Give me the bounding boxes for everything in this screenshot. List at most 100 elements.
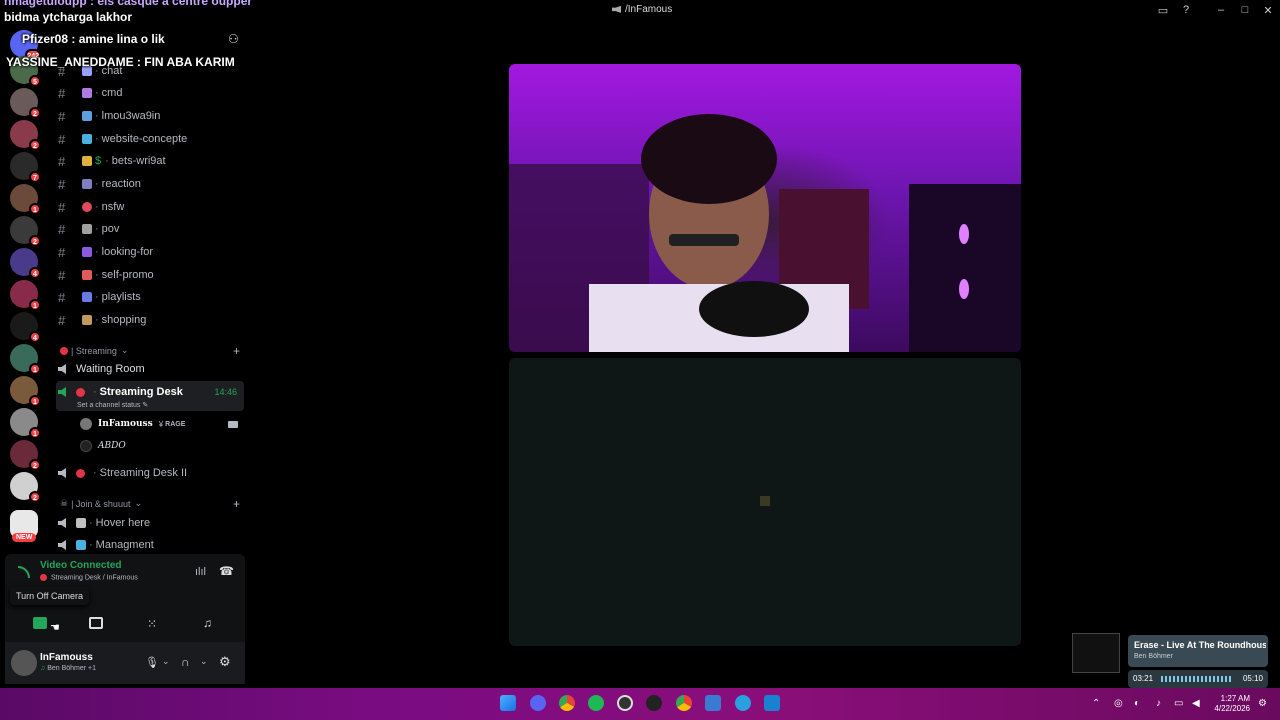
telegram-taskbar-icon[interactable] [735, 695, 751, 711]
avatar[interactable] [11, 650, 37, 676]
minimize-button[interactable]: – [1214, 4, 1228, 16]
screen-share-button[interactable] [89, 617, 103, 629]
chevron-down-icon[interactable]: ⌄ [200, 656, 208, 667]
add-member-icon[interactable]: ⚇ [228, 32, 239, 46]
hash-icon: # [58, 131, 66, 147]
noise-suppression-icon[interactable]: ılıl [195, 566, 206, 578]
server-icon[interactable]: 7 [10, 152, 41, 183]
obs-taskbar-icon[interactable] [617, 695, 633, 711]
channel-emoji-icon [82, 134, 92, 144]
channel-item[interactable]: # · looking-for [58, 242, 243, 262]
network-icon[interactable]: ▭ [1174, 698, 1183, 709]
avatar [80, 418, 92, 430]
channel-item[interactable]: # · shopping [58, 310, 243, 330]
app-taskbar-icon[interactable] [646, 695, 662, 711]
add-channel-icon[interactable]: + [233, 497, 240, 511]
camera-toggle-button[interactable] [33, 617, 47, 629]
deafen-button[interactable]: ∩ [181, 655, 190, 669]
webcam-video-tile[interactable] [509, 64, 1021, 352]
start-button[interactable] [500, 695, 516, 711]
server-icon[interactable]: 1 [10, 376, 41, 407]
spotify-taskbar-icon[interactable] [588, 695, 604, 711]
channel-item[interactable]: # · nsfw [58, 197, 243, 217]
system-clock[interactable]: 1:27 AM 4/22/2026 [1210, 694, 1250, 714]
category-streaming[interactable]: | Streaming ⌄ + [60, 344, 240, 358]
signal-icon [18, 566, 30, 578]
user-name: InFamouss [40, 652, 93, 663]
app-taskbar-icon[interactable] [705, 695, 721, 711]
mute-button[interactable]: 🎙 [145, 656, 159, 669]
inbox-icon[interactable]: ▭ [1156, 4, 1170, 17]
overlay-chat-line: YASSINE_ANEDDAME : FIN ABA KARIM [6, 55, 235, 69]
server-icon[interactable]: 1 [10, 184, 41, 215]
speaker-icon [58, 518, 66, 528]
server-icon[interactable]: 1 [10, 344, 41, 375]
server-icon[interactable]: 4 [10, 312, 41, 343]
voice-channel-managment[interactable]: · Managment [58, 535, 243, 555]
channel-item[interactable]: # · pov [58, 219, 243, 239]
taskbar [0, 688, 1280, 720]
voice-channel-waiting-room[interactable]: Waiting Room [58, 359, 243, 379]
channel-emoji-icon [82, 179, 92, 189]
channel-item[interactable]: # $ · bets-wri9at [58, 151, 243, 171]
camera-icon [228, 420, 238, 428]
chrome-taskbar-icon[interactable] [676, 695, 692, 711]
server-icon[interactable]: 4 [10, 248, 41, 279]
channel-emoji-icon [82, 224, 92, 234]
music-progress[interactable]: 03:21 05:10 [1128, 670, 1268, 688]
category-join[interactable]: ☠ | Join & shuuut ⌄ + [60, 497, 240, 511]
activities-button[interactable]: ⁙ [147, 617, 157, 631]
user-status: ♫ Ben Böhmer +1 [40, 665, 97, 672]
hash-icon: # [58, 153, 66, 169]
close-button[interactable]: ✕ [1261, 4, 1275, 17]
voice-member[interactable]: InFamouss ¥ RAGE [80, 418, 240, 430]
voice-member[interactable]: ABDO [80, 440, 126, 452]
elapsed-time: 03:21 [1133, 674, 1154, 683]
discord-taskbar-icon[interactable] [530, 695, 546, 711]
server-icon[interactable]: 1 [10, 280, 41, 311]
soundboard-button[interactable]: ♫ [203, 616, 212, 630]
voice-timer: 14:46 [214, 387, 237, 397]
app-taskbar-icon[interactable] [764, 695, 780, 711]
channel-item[interactable]: # · reaction [58, 174, 243, 194]
channel-emoji-icon [82, 156, 92, 166]
channel-status-hint[interactable]: Set a channel status ✎ [77, 401, 148, 409]
overlay-chat-line: Pfizer08 : amine lina o lik [22, 32, 165, 46]
server-icon[interactable]: 2 [10, 216, 41, 247]
server-icon[interactable]: 2 [10, 472, 41, 503]
channel-emoji-icon [82, 315, 92, 325]
microphone-tray-icon[interactable]: ♪ [1156, 698, 1161, 709]
tray-app-icon[interactable]: ◎ [1114, 698, 1123, 709]
voice-channel-streaming-desk[interactable]: · Streaming Desk 14:46 [58, 382, 243, 402]
maximize-button[interactable]: □ [1238, 4, 1252, 16]
server-icon[interactable]: 2 [10, 440, 41, 471]
settings-gear-icon[interactable]: ⚙ [219, 654, 231, 670]
server-icon[interactable]: 1 [10, 408, 41, 439]
channel-item[interactable]: # · lmou3wa9in [58, 106, 243, 126]
notification-icon[interactable]: ⚙ [1258, 698, 1267, 709]
chevron-down-icon[interactable]: ⌄ [162, 656, 170, 667]
volume-icon[interactable]: ◀ [1192, 698, 1200, 709]
channel-emoji-icon [82, 270, 92, 280]
help-icon[interactable]: ? [1179, 4, 1193, 16]
add-channel-icon[interactable]: + [233, 344, 240, 358]
hash-icon: # [58, 176, 66, 192]
tray-app-icon[interactable]: ◐ [1134, 698, 1140, 709]
disconnect-icon[interactable]: ☎ [219, 564, 234, 578]
channel-item[interactable]: # · website-concepte [58, 129, 243, 149]
tray-chevron-icon[interactable]: ⌃ [1092, 698, 1100, 709]
waveform [1161, 676, 1231, 682]
voice-channel-streaming-desk-2[interactable]: · Streaming Desk II [58, 463, 243, 483]
chrome-taskbar-icon[interactable] [559, 695, 575, 711]
live-dot-icon [76, 468, 85, 478]
music-widget[interactable]: Erase - Live At The Roundhouse Ben Böhme… [1128, 635, 1268, 667]
hash-icon: # [58, 85, 66, 101]
voice-channel-hover-here[interactable]: · Hover here [58, 513, 243, 533]
channel-item[interactable]: # · playlists [58, 287, 243, 307]
channel-item[interactable]: # · cmd [58, 83, 243, 103]
channel-item[interactable]: # · self-promo [58, 265, 243, 285]
connection-channel[interactable]: Streaming Desk / InFamous [40, 574, 138, 581]
hash-icon: # [58, 244, 66, 260]
server-icon[interactable]: 2 [10, 120, 41, 151]
server-icon[interactable]: 2 [10, 88, 41, 119]
